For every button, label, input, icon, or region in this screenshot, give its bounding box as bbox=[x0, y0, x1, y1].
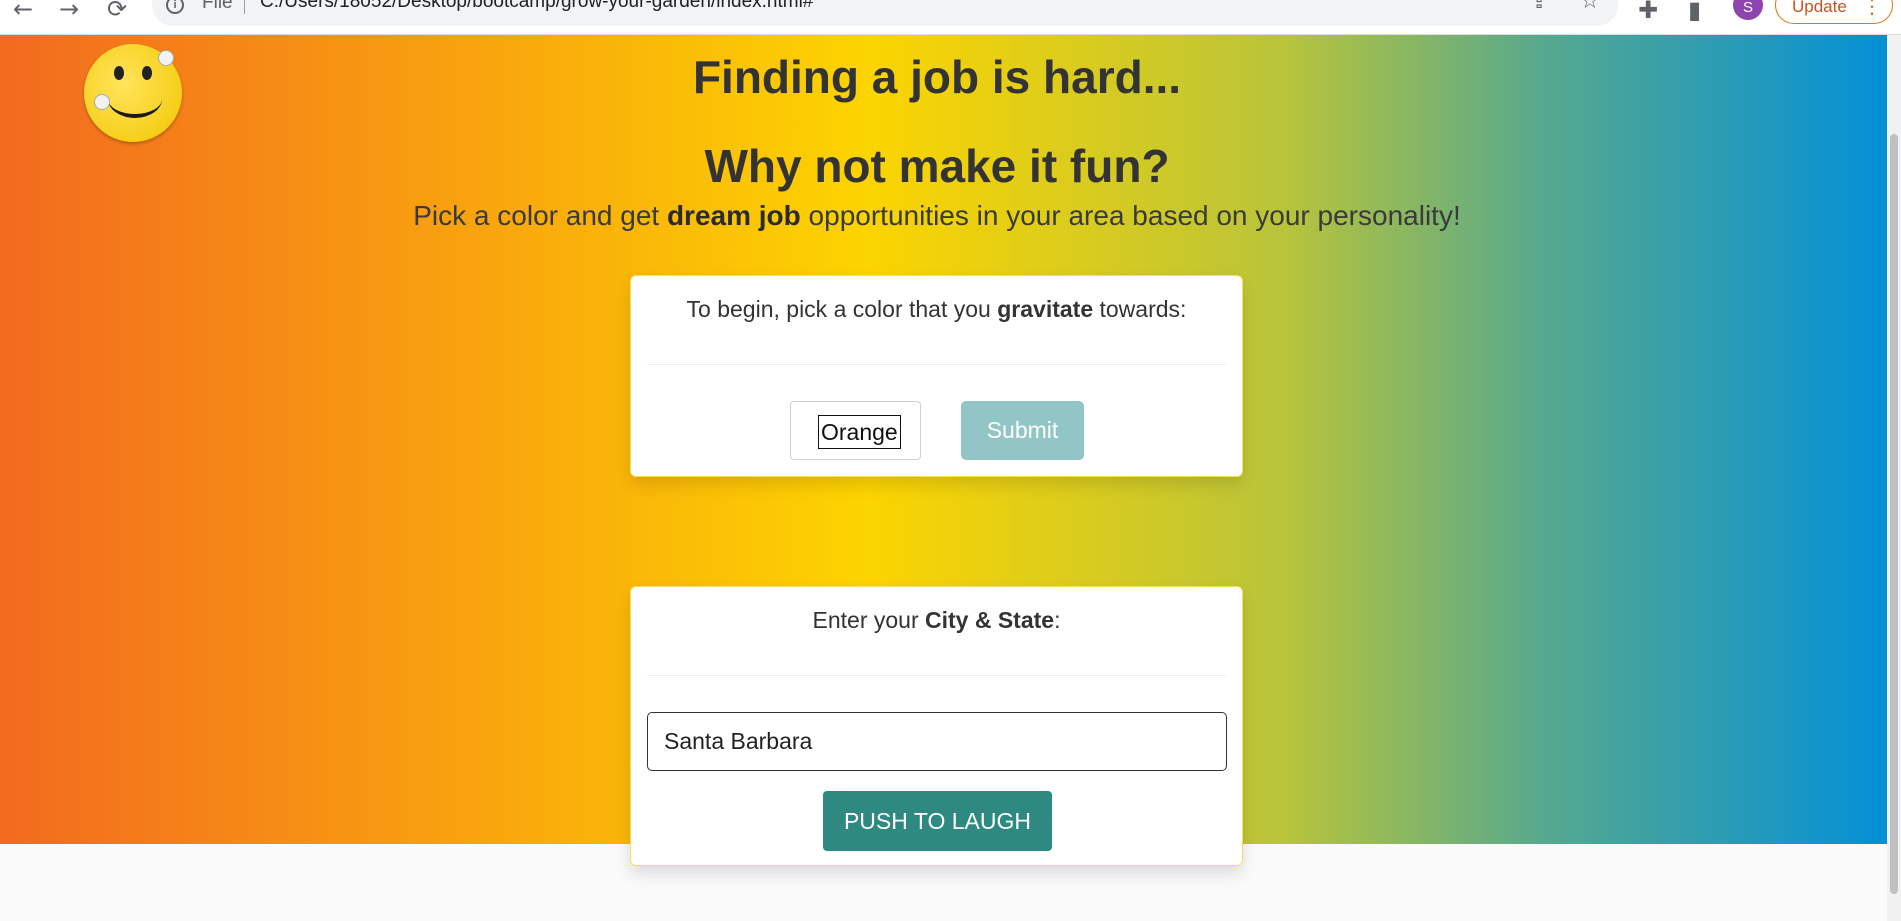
forward-arrow-icon[interactable]: → bbox=[54, 0, 84, 24]
heading-finding-job: Finding a job is hard... bbox=[692, 51, 1182, 103]
subtitle-text-end: opportunities in your area based on your… bbox=[800, 200, 1461, 231]
address-separator bbox=[244, 0, 245, 14]
browser-toolbar: ← → ⟳ i File C:/Users/18052/Desktop/boot… bbox=[0, 0, 1901, 35]
city-prompt-end: : bbox=[1054, 607, 1061, 633]
url-text[interactable]: C:/Users/18052/Desktop/bootcamp/grow-you… bbox=[260, 0, 813, 13]
side-panel-icon[interactable]: ▮ bbox=[1688, 0, 1701, 24]
update-button[interactable]: Update ⋮ bbox=[1775, 0, 1893, 24]
city-prompt-start: Enter your bbox=[812, 607, 925, 633]
push-to-laugh-button[interactable]: PUSH TO LAUGH bbox=[823, 791, 1052, 851]
city-state-input[interactable]: Santa Barbara bbox=[647, 712, 1227, 771]
subtitle-text-start: Pick a color and get bbox=[413, 200, 667, 231]
bookmark-star-icon[interactable]: ☆ bbox=[1580, 0, 1600, 14]
share-icon[interactable]: ⇪ bbox=[1530, 0, 1548, 14]
update-label: Update bbox=[1792, 0, 1847, 16]
reload-icon[interactable]: ⟳ bbox=[102, 0, 132, 24]
hero-subtitle: Pick a color and get dream job opportuni… bbox=[0, 200, 1874, 232]
scheme-label: File bbox=[202, 0, 233, 13]
color-prompt-start: To begin, pick a color that you bbox=[686, 296, 998, 322]
color-input-field[interactable]: Orange bbox=[818, 415, 901, 449]
city-prompt-bold: City & State bbox=[925, 607, 1055, 633]
color-prompt: To begin, pick a color that you gravitat… bbox=[631, 296, 1242, 323]
card-divider bbox=[647, 364, 1226, 365]
heading-make-it-fun: Why not make it fun? bbox=[704, 140, 1170, 192]
subtitle-bold-dream-job: dream job bbox=[666, 200, 801, 231]
color-select[interactable]: Orange bbox=[790, 401, 921, 460]
city-prompt: Enter your City & State: bbox=[631, 607, 1242, 634]
profile-avatar[interactable]: S bbox=[1733, 0, 1763, 20]
back-arrow-icon[interactable]: ← bbox=[8, 0, 38, 24]
page-scrollbar[interactable] bbox=[1887, 34, 1901, 921]
scrollbar-thumb[interactable] bbox=[1890, 134, 1898, 894]
submit-button[interactable]: Submit bbox=[961, 401, 1084, 460]
color-prompt-bold: gravitate bbox=[997, 296, 1094, 322]
color-picker-card: To begin, pick a color that you gravitat… bbox=[630, 275, 1243, 477]
site-info-icon[interactable]: i bbox=[166, 0, 184, 14]
menu-kebab-icon[interactable]: ⋮ bbox=[1862, 0, 1882, 27]
card-divider bbox=[647, 675, 1226, 676]
extensions-puzzle-icon[interactable]: ✚ bbox=[1638, 0, 1658, 24]
city-state-card: Enter your City & State: Santa Barbara P… bbox=[630, 586, 1243, 866]
address-bar[interactable]: i File C:/Users/18052/Desktop/bootcamp/g… bbox=[152, 0, 1618, 26]
color-prompt-end: towards: bbox=[1093, 296, 1187, 322]
